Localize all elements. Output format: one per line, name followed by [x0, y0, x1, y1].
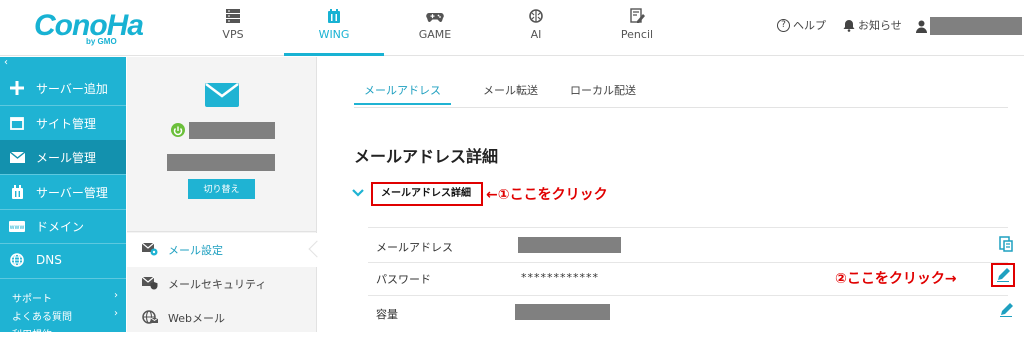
logo-sub-text: by GMO	[86, 37, 117, 46]
sidebar-item-site[interactable]: サイト管理	[0, 106, 126, 140]
pencil-doc-icon	[630, 8, 645, 23]
row-label-email: メールアドレス	[376, 241, 453, 254]
menu-mail-security[interactable]: メールセキュリティ	[127, 267, 317, 301]
sidebar-item-server[interactable]: サーバー管理	[0, 175, 126, 209]
annotation-step2: ②ここをクリック→	[835, 271, 957, 287]
tab-ai[interactable]: AI	[486, 0, 586, 56]
sidebar-item-label: サイト管理	[36, 116, 97, 131]
sidebar-link-terms[interactable]: 利用規約	[12, 326, 118, 341]
password-value: ************	[521, 271, 599, 284]
user-menu[interactable]	[916, 17, 1022, 35]
sidebar-item-label: ドメイン	[36, 219, 85, 234]
server-icon	[226, 9, 240, 23]
tab-pencil[interactable]: Pencil	[587, 0, 687, 56]
sidebar-item-label: メール管理	[36, 150, 97, 165]
tab-ai-label: AI	[530, 28, 542, 41]
sidebar-link-support[interactable]: サポート ›	[12, 290, 118, 305]
server-manage-icon	[11, 185, 23, 199]
chevron-right-icon: ›	[114, 308, 118, 319]
sidebar-link-label: よくある質問	[12, 312, 72, 323]
user-icon	[916, 20, 927, 33]
chevron-down-icon[interactable]	[352, 188, 364, 198]
sidebar-item-domain[interactable]: www ドメイン	[0, 209, 126, 243]
question-icon: ?	[777, 18, 790, 32]
sidebar-link-faq[interactable]: よくある質問 ›	[12, 308, 118, 323]
envelope-icon	[9, 151, 25, 163]
sidebar-item-dns[interactable]: DNS	[0, 243, 126, 277]
menu-label: メール設定	[168, 244, 223, 257]
tab-mail-address[interactable]: メールアドレス	[354, 77, 451, 105]
row-divider	[368, 295, 1008, 296]
tab-game[interactable]: GAME	[385, 0, 485, 56]
main-content: メールアドレス メール転送 ローカル配送 メールアドレス詳細 メールアドレス詳細…	[318, 57, 1024, 332]
power-status-icon	[171, 123, 185, 137]
sidebar-item-label: DNS	[36, 253, 62, 267]
sidebar-item-label: サーバー管理	[36, 185, 108, 200]
capacity-value-redacted	[515, 304, 610, 320]
webmail-globe-icon	[142, 309, 159, 324]
globe-icon	[10, 253, 24, 267]
sidebar: ‹ サーバー追加 サイト管理 メール管理 サーバー管理 www ドメイン DNS…	[0, 57, 126, 341]
row-divider	[368, 227, 1008, 228]
menu-mail-settings[interactable]: メール設定	[127, 233, 317, 267]
mail-settings-icon	[141, 242, 158, 255]
menu-webmail[interactable]: Webメール	[127, 301, 317, 335]
help-label: ヘルプ	[793, 19, 826, 32]
pencil-edit-icon[interactable]	[998, 302, 1014, 318]
email-value-redacted	[518, 237, 621, 253]
svg-text:www: www	[10, 224, 25, 231]
domain-icon: www	[9, 220, 25, 232]
conoha-logo[interactable]: ConoHa by GMO	[34, 9, 144, 47]
pencil-edit-icon[interactable]	[995, 267, 1011, 283]
bell-icon	[843, 19, 855, 32]
help-link[interactable]: ? ヘルプ	[777, 17, 826, 33]
accordion-toggle[interactable]: メールアドレス詳細	[371, 182, 483, 206]
annotation-step1: ←①ここをクリック	[486, 187, 608, 203]
domain-name-redacted	[189, 122, 275, 139]
header: ConoHa by GMO VPS WING GAME AI Pencil ? …	[0, 0, 1024, 56]
sidebar-item-label: サーバー追加	[36, 81, 108, 96]
mid-divider	[127, 231, 317, 232]
tab-mail-forward[interactable]: メール転送	[483, 77, 538, 105]
window-icon	[10, 116, 24, 130]
server-name-redacted	[167, 154, 275, 171]
tab-vps-label: VPS	[222, 28, 244, 41]
gamepad-icon	[426, 13, 444, 22]
page-title: メールアドレス詳細	[354, 147, 499, 166]
sidebar-collapse-button[interactable]: ‹	[4, 57, 8, 69]
wing-icon	[328, 9, 340, 23]
mail-tabs: メールアドレス メール転送 ローカル配送	[354, 77, 668, 105]
copy-icon[interactable]	[998, 236, 1014, 252]
row-label-capacity: 容量	[376, 308, 398, 321]
plus-icon	[10, 81, 24, 95]
logo-main-text: ConoHa	[34, 9, 144, 42]
sidebar-item-add-server[interactable]: サーバー追加	[0, 71, 126, 105]
sidebar-item-mail[interactable]: メール管理	[0, 140, 126, 174]
username-redacted	[930, 17, 1022, 35]
sidebar-divider	[0, 278, 126, 279]
sidebar-link-label: 利用規約	[12, 330, 52, 341]
ai-brain-icon	[529, 9, 543, 23]
sidebar-link-label: サポート	[12, 294, 52, 305]
notice-link[interactable]: お知らせ	[843, 17, 902, 33]
tab-local-delivery[interactable]: ローカル配送	[570, 77, 636, 105]
tab-vps[interactable]: VPS	[183, 0, 283, 56]
tab-game-label: GAME	[418, 28, 452, 41]
tab-wing[interactable]: WING	[284, 0, 384, 56]
notice-label: お知らせ	[858, 19, 902, 32]
menu-label: メールセキュリティ	[168, 278, 267, 291]
tabs-divider	[354, 107, 1008, 108]
account-panel: 切り替え メール設定 メールセキュリティ Webメール	[127, 57, 326, 335]
row-divider	[368, 262, 1008, 263]
tab-pencil-label: Pencil	[620, 28, 654, 41]
switch-button[interactable]: 切り替え	[188, 179, 255, 199]
mail-shield-icon	[141, 276, 158, 290]
row-label-password: パスワード	[376, 273, 431, 286]
menu-label: Webメール	[168, 312, 225, 325]
tab-wing-label: WING	[318, 28, 350, 41]
chevron-right-icon: ›	[114, 290, 118, 301]
envelope-large-icon	[205, 83, 239, 107]
